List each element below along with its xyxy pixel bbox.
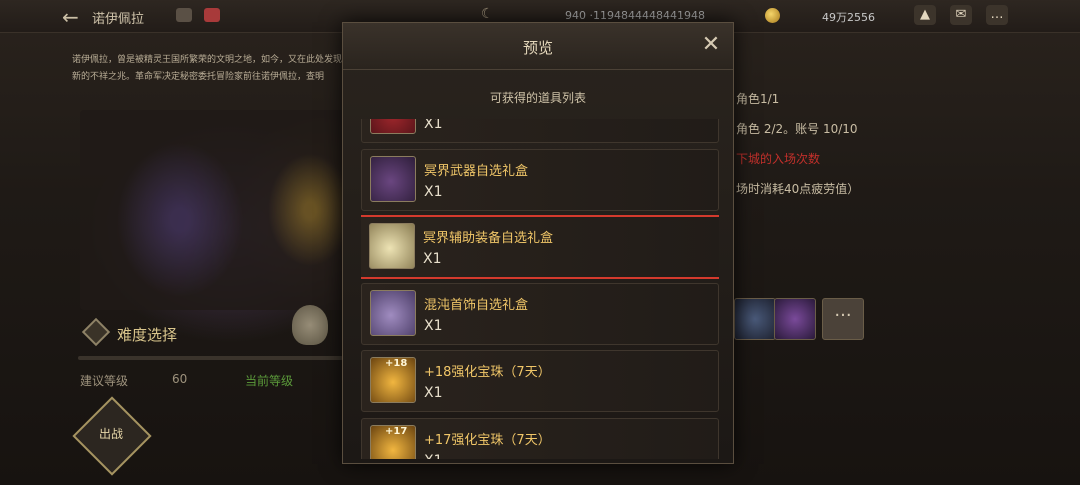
- shield-icon[interactable]: [292, 305, 328, 345]
- more-button[interactable]: ···: [822, 298, 864, 340]
- dialog-header: 预览 ✕: [343, 23, 733, 70]
- start-button-label: 出战: [98, 427, 123, 441]
- info-line: 角色1/1: [736, 92, 780, 106]
- info-line: 下城的入场次数: [736, 152, 821, 166]
- list-item[interactable]: +17 +17强化宝珠（7天） X1: [361, 418, 719, 459]
- currency-gold: 49万2556: [822, 11, 875, 24]
- item-name: 混沌首饰自选礼盒: [424, 298, 529, 313]
- list-item-selected[interactable]: 冥界辅助装备自选礼盒 X1: [361, 215, 719, 279]
- moon-icon: ☾: [481, 6, 494, 22]
- item-name: +17强化宝珠（7天）: [424, 433, 551, 448]
- gift-icon[interactable]: [204, 8, 220, 22]
- item-name: +18强化宝珠（7天）: [424, 365, 551, 380]
- purple-box-icon: [370, 156, 416, 202]
- item-badge: +18: [385, 358, 408, 369]
- item-qty: X1: [424, 453, 443, 459]
- back-arrow-icon[interactable]: ←: [62, 5, 79, 29]
- info-line: 场时消耗40点疲劳值）: [736, 182, 860, 196]
- currency-primary: 940 ·1194844448441948: [565, 9, 705, 22]
- item-list[interactable]: X1 冥界武器自选礼盒 X1 冥界辅助装备自选礼盒 X1 混沌首饰自选礼盒 X1…: [361, 119, 719, 459]
- item-name: 冥界武器自选礼盒: [424, 164, 529, 179]
- list-item[interactable]: 混沌首饰自选礼盒 X1: [361, 283, 719, 345]
- dungeon-description: 诺伊佩拉，曾是被精灵王国所繁荣的文明之地，如今，又在此处发现了新的不祥之兆。革命…: [72, 55, 352, 82]
- dialog-title: 预览: [522, 39, 553, 57]
- entry-info: 角色1/1 角色 2/2。账号 10/10 下城的入场次数 场时消耗40点疲劳值…: [736, 84, 859, 204]
- list-item[interactable]: +18 +18强化宝珠（7天） X1: [361, 350, 719, 412]
- chat-icon[interactable]: …: [986, 5, 1008, 25]
- difficulty-label: 难度选择: [117, 326, 178, 344]
- gold-orb-icon: +18: [370, 357, 416, 403]
- item-name: 冥界辅助装备自选礼盒: [423, 231, 554, 246]
- item-qty: X1: [424, 318, 443, 334]
- dungeon-title: 诺伊佩拉: [92, 12, 145, 27]
- dungeon-artwork: [80, 110, 350, 310]
- item-badge: +17: [385, 426, 408, 437]
- item-qty: X1: [424, 385, 443, 401]
- preview-dialog: 预览 ✕ 可获得的道具列表 X1 冥界武器自选礼盒 X1 冥界辅助装备自选礼盒 …: [342, 22, 734, 464]
- reward-slot[interactable]: [774, 298, 816, 340]
- list-item[interactable]: 冥界武器自选礼盒 X1: [361, 149, 719, 211]
- reward-slot[interactable]: [734, 298, 776, 340]
- red-box-icon: [370, 119, 416, 134]
- item-qty: X1: [424, 119, 443, 132]
- item-qty: X1: [423, 251, 442, 267]
- info-line: 角色 2/2。账号 10/10: [736, 122, 858, 136]
- close-icon[interactable]: ✕: [697, 31, 725, 59]
- dialog-subtitle: 可获得的道具列表: [489, 91, 586, 105]
- recommend-level-label: 建议等级: [80, 374, 129, 388]
- mail-icon[interactable]: ✉: [950, 5, 972, 25]
- current-level-label: 当前等级: [245, 374, 294, 388]
- info-icon[interactable]: [176, 8, 192, 22]
- gold-coin-icon: [765, 8, 780, 23]
- bag-icon[interactable]: ▲: [914, 5, 936, 25]
- divider: [78, 356, 343, 360]
- cream-box-icon: [369, 223, 415, 269]
- gold-orb-icon: +17: [370, 425, 416, 459]
- recommend-level-value: 60: [172, 372, 188, 386]
- item-qty: X1: [424, 184, 443, 200]
- list-item[interactable]: X1: [361, 119, 719, 143]
- lilac-box-icon: [370, 290, 416, 336]
